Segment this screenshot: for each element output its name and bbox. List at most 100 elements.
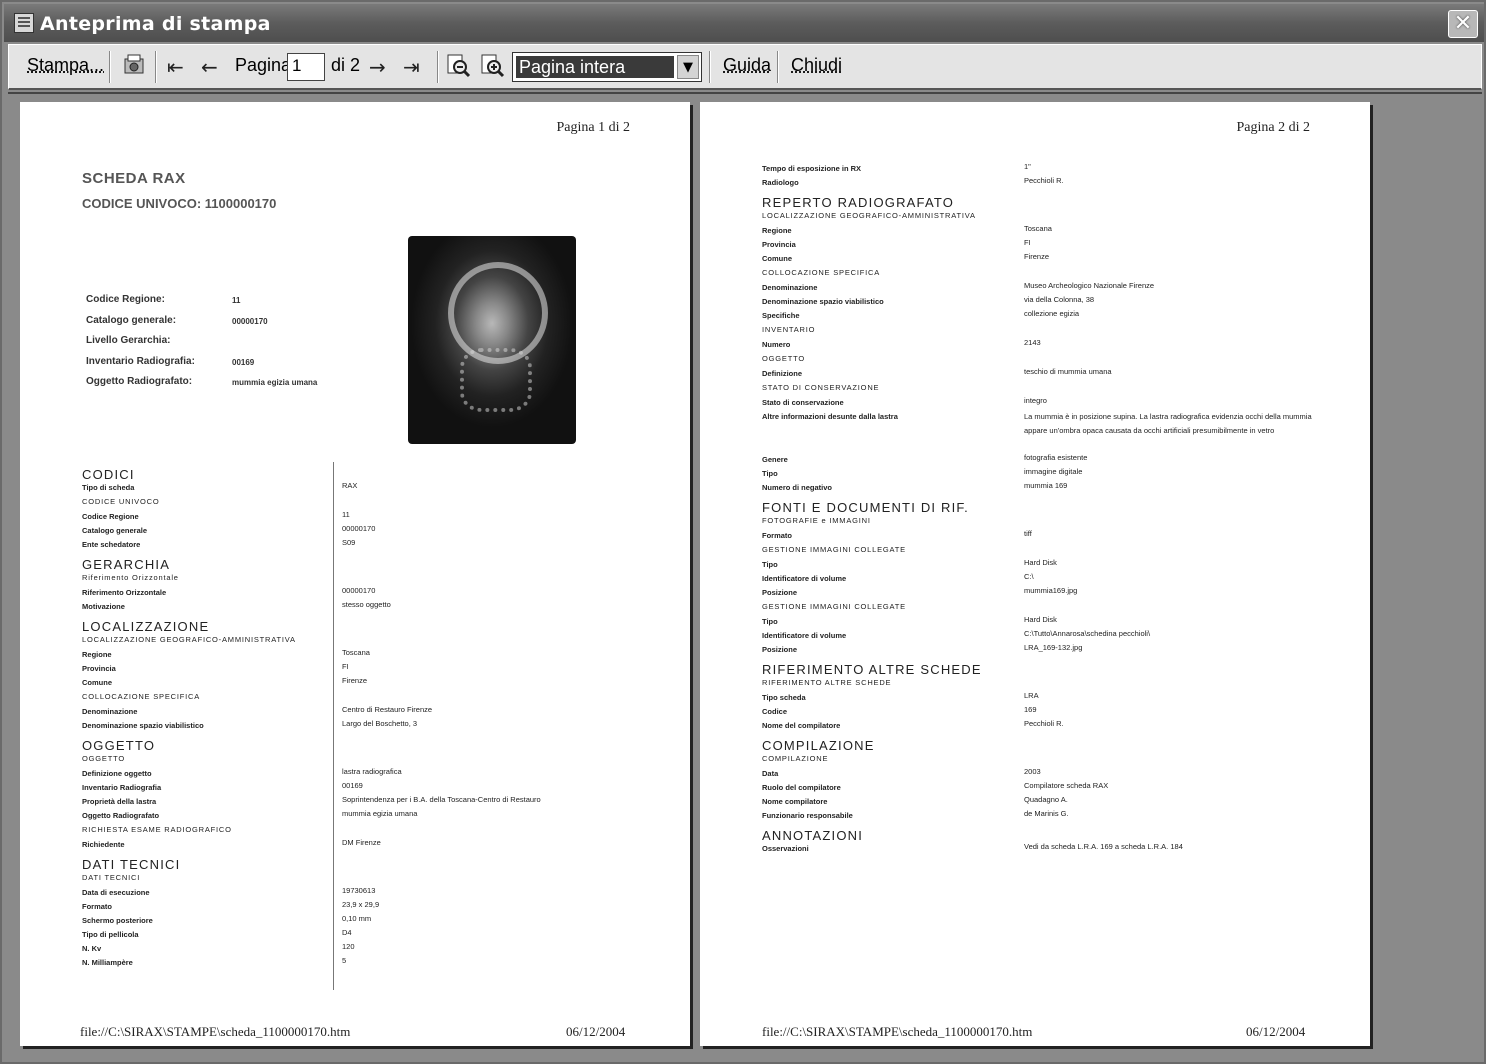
field-value: Pecchioli R. [1024, 719, 1064, 728]
field-value: FI [1024, 238, 1031, 247]
field-label: Proprietà della lastra [82, 797, 157, 806]
summary-value: 11 [232, 296, 241, 305]
field-value: stesso oggetto [342, 600, 391, 609]
field-value: 00000170 [342, 524, 376, 533]
close-button[interactable]: Chiudi [791, 55, 842, 76]
section-heading: DATI TECNICI [82, 857, 181, 872]
field-label: Inventario Radiografia [82, 783, 162, 792]
field-value: Museo Archeologico Nazionale Firenze [1024, 281, 1155, 290]
field-value: LRA_169-132.jpg [1024, 643, 1083, 652]
field-value: C:\ [1024, 572, 1034, 581]
field-value: lastra radiografica [342, 767, 402, 776]
field-label: Nome compilatore [762, 797, 828, 806]
help-button[interactable]: Guida [723, 55, 771, 76]
field-label: Specifiche [762, 311, 800, 320]
field-value: mummia 169 [1024, 481, 1068, 490]
close-window-button[interactable]: ✕ [1448, 10, 1478, 38]
field-value: 00000170 [342, 586, 376, 595]
field-label: Definizione oggetto [82, 769, 152, 778]
field-label: Funzionario responsabile [762, 811, 853, 820]
print-preview-window: Anteprima di stampa ✕ Stampa... ⇤ ← Pagi… [0, 0, 1486, 1064]
section-heading: OGGETTO [82, 738, 156, 753]
chevron-down-icon[interactable]: ▼ [677, 55, 699, 79]
last-page-icon[interactable]: ⇥ [403, 55, 420, 79]
field-value: collezione egizia [1024, 309, 1080, 318]
zoom-select[interactable]: Pagina intera ▼ [512, 52, 702, 82]
field-value: integro [1024, 396, 1047, 405]
field-label: Tipo [762, 469, 778, 478]
subsection-heading: GESTIONE IMMAGINI COLLEGATE [762, 602, 906, 611]
field-label: Tipo di pellicola [82, 930, 139, 939]
field-value: 169 [1024, 705, 1037, 714]
field-value: Toscana [342, 648, 370, 657]
field-value: 2003 [1024, 767, 1041, 776]
footer-path: file://C:\SIRAX\STAMPE\scheda_1100000170… [80, 1024, 351, 1039]
subsection-heading: RICHIESTA ESAME RADIOGRAFICO [82, 825, 232, 834]
field-label: Denominazione [82, 707, 138, 716]
toolbar-separator [155, 51, 157, 83]
section-heading: REPERTO RADIOGRAFATO [762, 195, 955, 210]
page-number-input[interactable]: 1 [287, 53, 325, 81]
field-value: fotografia esistente [1024, 453, 1088, 462]
toolbar-separator [437, 51, 439, 83]
field-value: Hard Disk [1024, 615, 1057, 624]
field-value: Vedi da scheda L.R.A. 169 a scheda L.R.A… [1024, 842, 1183, 851]
field-label: Motivazione [82, 602, 125, 611]
record-title: SCHEDA RAX [82, 170, 186, 187]
field-label: Comune [82, 678, 112, 687]
field-label: Codice Regione [82, 512, 139, 521]
field-value: C:\Tutto\Annarosa\schedina pecchioli\ [1024, 629, 1151, 638]
zoom-out-icon[interactable] [445, 53, 471, 79]
field-value: 23,9 x 29,9 [342, 900, 380, 909]
section-heading: ANNOTAZIONI [762, 828, 864, 843]
section-heading: LOCALIZZAZIONE [82, 619, 210, 634]
subsection-heading: GESTIONE IMMAGINI COLLEGATE [762, 545, 906, 554]
subsection-heading: STATO DI CONSERVAZIONE [762, 383, 880, 392]
field-value: mummia169.jpg [1024, 586, 1078, 595]
field-value: Compilatore scheda RAX [1024, 781, 1109, 790]
toolbar: Stampa... ⇤ ← Pagina 1 di 2 → ⇥ Pagina i… [8, 44, 1482, 90]
field-value: via della Colonna, 38 [1024, 295, 1095, 304]
field-label: Genere [762, 455, 788, 464]
field-label: Data [762, 769, 779, 778]
print-button[interactable]: Stampa... [27, 55, 104, 76]
preview-page-1: Pagina 1 di 2 SCHEDA RAX CODICE UNIVOCO:… [20, 102, 690, 1046]
preview-page-2: Pagina 2 di 2 Tempo di esposizione in RX… [700, 102, 1370, 1046]
field-value: La mummia è in posizione supina. La last… [1024, 412, 1312, 435]
previous-page-icon[interactable]: ← [201, 55, 218, 79]
field-label: Tipo [762, 617, 778, 626]
summary-label: Livello Gerarchia: [86, 335, 171, 346]
field-value: 0,10 mm [342, 914, 372, 923]
field-label: Schermo posteriore [82, 916, 153, 925]
toolbar-separator [709, 51, 711, 83]
field-label: Radiologo [762, 178, 799, 187]
preview-area[interactable]: Pagina 1 di 2 SCHEDA RAX CODICE UNIVOCO:… [8, 92, 1482, 1060]
field-label: Provincia [82, 664, 116, 673]
zoom-in-icon[interactable] [479, 53, 505, 79]
section-heading: RIFERIMENTO ALTRE SCHEDE [762, 662, 982, 677]
field-value: immagine digitale [1024, 467, 1083, 476]
field-label: N. Milliampère [82, 958, 133, 967]
footer-date: 06/12/2004 [1246, 1024, 1306, 1039]
field-label: Tipo scheda [762, 693, 806, 702]
field-label: Formato [762, 531, 792, 540]
subsection-heading: FOTOGRAFIE e IMMAGINI [762, 516, 871, 525]
print-preview-icon [14, 13, 34, 33]
title-bar[interactable]: Anteprima di stampa ✕ [4, 4, 1484, 42]
page-count-label: di 2 [331, 55, 361, 75]
field-value: Firenze [1024, 252, 1050, 261]
footer-date: 06/12/2004 [566, 1024, 626, 1039]
field-value: Quadagno A. [1024, 795, 1068, 804]
field-label: Comune [762, 254, 792, 263]
field-value: 1" [1024, 162, 1031, 171]
page-setup-icon[interactable] [121, 53, 147, 79]
field-value: Soprintendenza per i B.A. della Toscana-… [342, 795, 541, 804]
next-page-icon[interactable]: → [369, 55, 386, 79]
field-value: RAX [342, 481, 358, 490]
subsection-heading: DATI TECNICI [82, 873, 141, 882]
summary-value: mummia egizia umana [232, 378, 318, 387]
summary-label: Catalogo generale: [86, 314, 177, 326]
toolbar-separator [777, 51, 779, 83]
field-label: Stato di conservazione [762, 398, 844, 407]
first-page-icon[interactable]: ⇤ [167, 55, 184, 79]
